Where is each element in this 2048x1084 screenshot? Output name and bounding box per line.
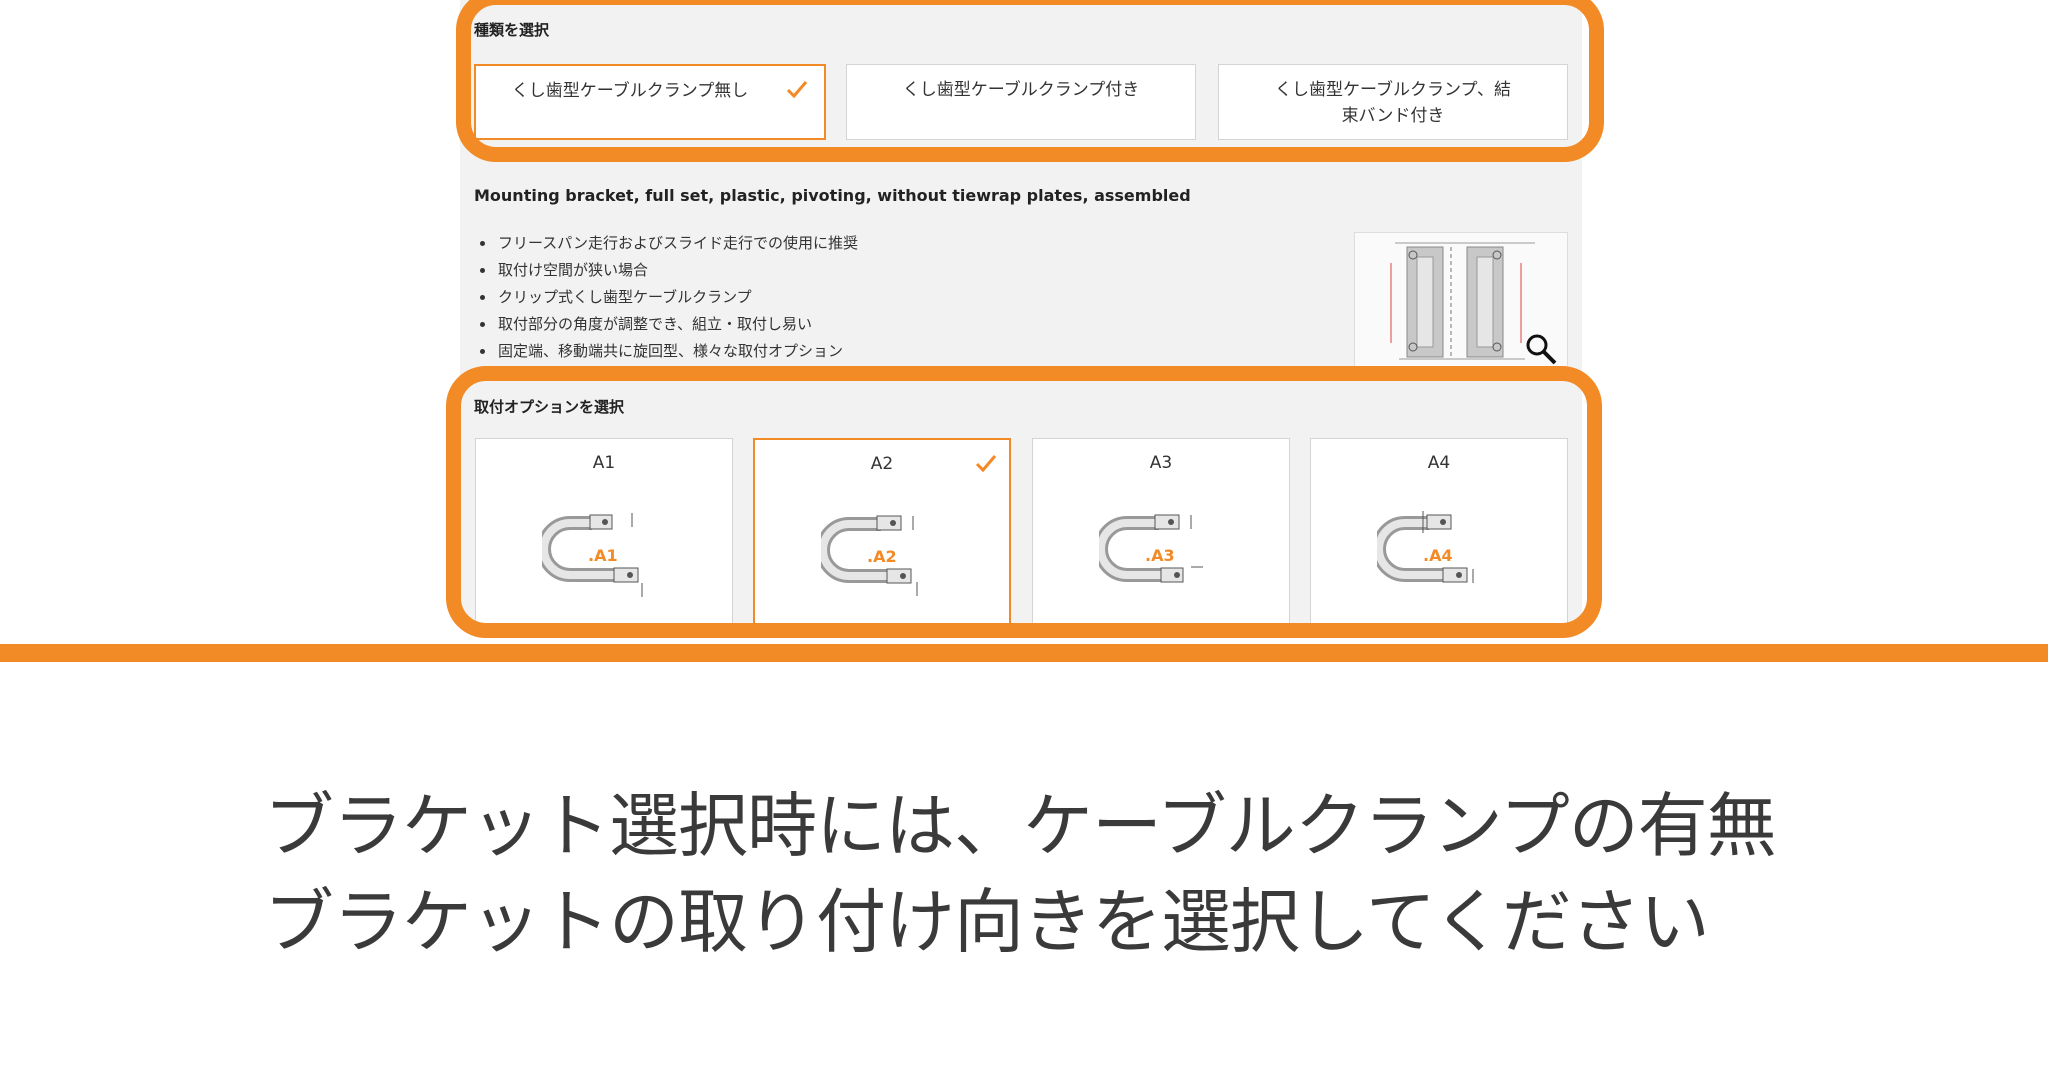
- zoom-icon[interactable]: [1524, 332, 1558, 366]
- feature-item: 取付部分の角度が調整でき、組立・取付し易い: [496, 311, 858, 338]
- feature-item: 取付け空間が狭い場合: [496, 257, 858, 284]
- product-title: Mounting bracket, full set, plastic, piv…: [474, 186, 1191, 205]
- feature-list: フリースパン走行およびスライド走行での使用に推奨 取付け空間が狭い場合 クリップ…: [474, 230, 858, 365]
- type-highlight-frame: [456, 0, 1604, 162]
- caption-line-1: ブラケット選択時には、ケーブルクランプの有無: [264, 785, 1777, 867]
- caption-line-2: ブラケットの取り付け向きを選択してください: [264, 881, 1710, 963]
- feature-item: フリースパン走行およびスライド走行での使用に推奨: [496, 230, 858, 257]
- divider-bar: [0, 644, 2048, 662]
- mount-highlight-frame: [446, 366, 1602, 638]
- feature-item: 固定端、移動端共に旋回型、様々な取付オプション: [496, 338, 858, 365]
- feature-item: クリップ式くし歯型ケーブルクランプ: [496, 284, 858, 311]
